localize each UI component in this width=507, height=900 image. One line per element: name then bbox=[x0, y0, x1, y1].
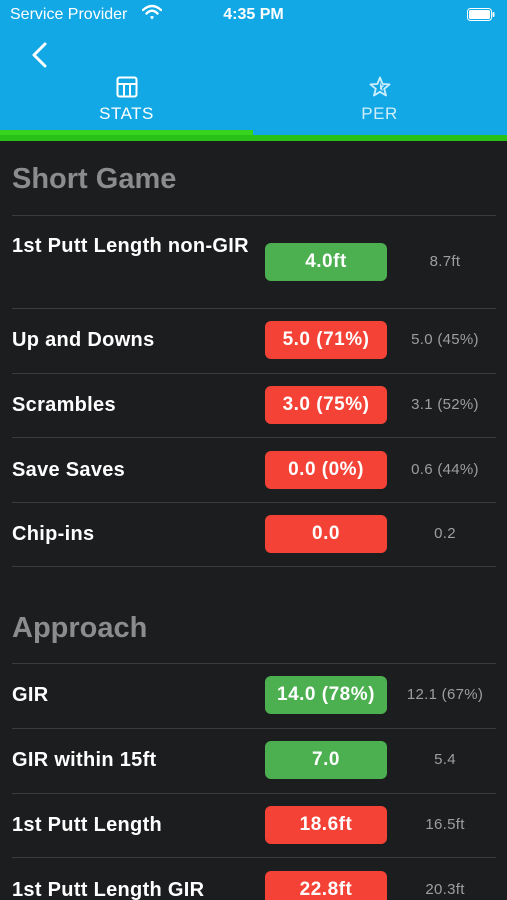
stat-value-badge: 4.0ft bbox=[265, 243, 387, 281]
divider bbox=[12, 437, 496, 438]
chevron-left-icon[interactable] bbox=[26, 38, 56, 72]
stat-average: 12.1 (67%) bbox=[406, 686, 484, 703]
section-title: Approach bbox=[12, 612, 148, 644]
divider bbox=[12, 566, 496, 567]
stats-content[interactable]: Short Game 1st Putt Length non-GIR 4.0ft… bbox=[0, 141, 507, 900]
stat-label: 1st Putt Length non-GIR bbox=[12, 235, 249, 257]
stat-average: 0.2 bbox=[434, 525, 456, 542]
stat-value-badge: 5.0 (71%) bbox=[265, 321, 387, 359]
stat-value-badge: 7.0 bbox=[265, 741, 387, 779]
stat-label: 1st Putt Length bbox=[12, 814, 163, 836]
status-bar: Service Provider 4:35 PM bbox=[0, 0, 507, 32]
divider bbox=[12, 215, 496, 216]
stat-value-badge: 0.0 bbox=[265, 515, 387, 553]
app-header: Service Provider 4:35 PM STATS PER bbox=[0, 0, 507, 141]
stat-average: 16.5ft bbox=[425, 816, 465, 833]
divider bbox=[12, 502, 496, 503]
tab-per[interactable]: PER bbox=[253, 70, 506, 130]
tab-stats-label: STATS bbox=[99, 104, 154, 123]
tab-stats[interactable]: STATS bbox=[0, 70, 253, 130]
stat-value-badge: 3.0 (75%) bbox=[265, 386, 387, 424]
stat-label: Scrambles bbox=[12, 394, 116, 416]
divider bbox=[12, 793, 496, 794]
stat-label: Up and Downs bbox=[12, 329, 155, 351]
stat-value-badge: 18.6ft bbox=[265, 806, 387, 844]
tab-per-label: PER bbox=[361, 104, 398, 123]
stat-label: 1st Putt Length GIR bbox=[12, 879, 205, 900]
divider bbox=[12, 373, 496, 374]
stat-average: 5.0 (45%) bbox=[411, 331, 479, 348]
divider bbox=[12, 663, 496, 664]
table-icon bbox=[116, 76, 137, 98]
section-title: Short Game bbox=[12, 163, 177, 195]
stat-value-badge: 14.0 (78%) bbox=[265, 676, 387, 714]
stat-label: GIR within 15ft bbox=[12, 749, 157, 771]
divider bbox=[12, 728, 496, 729]
stat-value-badge: 0.0 (0%) bbox=[265, 451, 387, 489]
divider bbox=[12, 308, 496, 309]
stat-average: 3.1 (52%) bbox=[411, 396, 479, 413]
clock: 4:35 PM bbox=[223, 6, 284, 23]
stat-label: GIR bbox=[12, 684, 49, 706]
stat-average: 8.7ft bbox=[429, 253, 461, 270]
divider bbox=[12, 857, 496, 858]
battery-icon bbox=[467, 8, 495, 21]
stat-average: 20.3ft bbox=[425, 881, 465, 898]
stat-average: 0.6 (44%) bbox=[411, 461, 479, 478]
star-icon bbox=[369, 76, 390, 97]
stat-average: 5.4 bbox=[434, 751, 456, 768]
stat-value-badge: 22.8ft bbox=[265, 871, 387, 900]
stat-label: Chip-ins bbox=[12, 523, 95, 545]
stat-label: Save Saves bbox=[12, 459, 126, 481]
